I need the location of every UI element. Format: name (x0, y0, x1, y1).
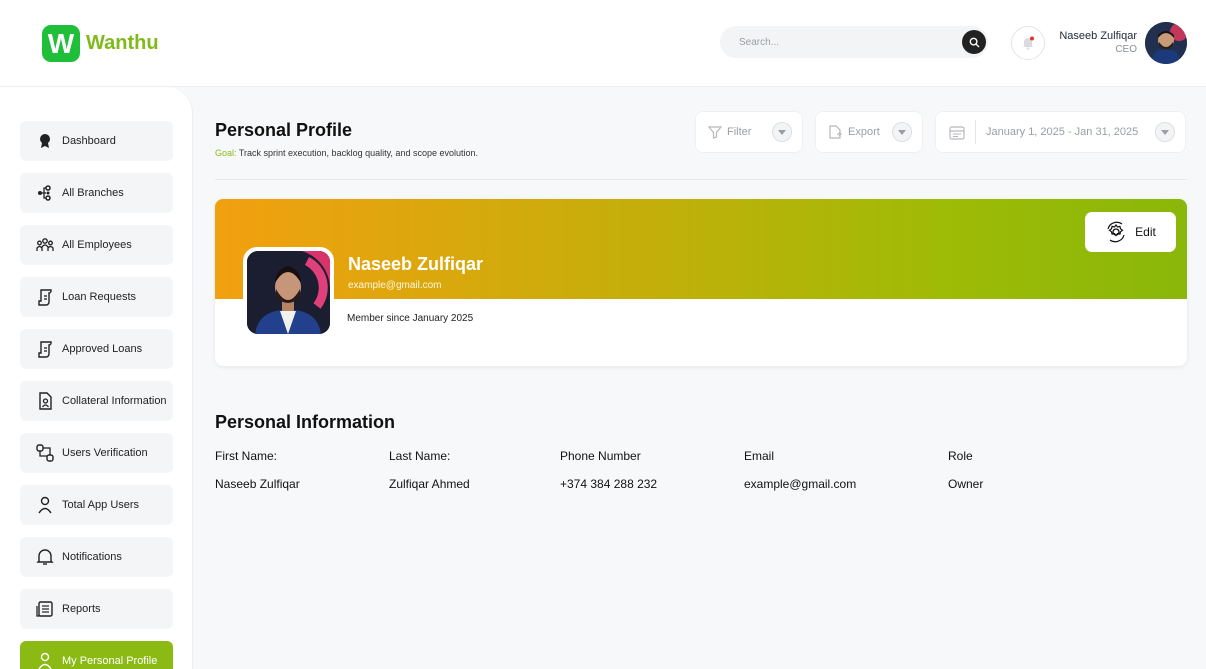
profile-icon (36, 652, 54, 669)
date-range-label: January 1, 2025 - Jan 31, 2025 (986, 126, 1139, 138)
last-name-value: Zulfiqar Ahmed (389, 477, 470, 491)
profile-photo-image (247, 251, 330, 334)
edit-settings-icon (1107, 221, 1125, 243)
search-icon (969, 37, 979, 47)
sidebar-item-label: Users Verification (62, 447, 148, 459)
date-range-picker[interactable]: January 1, 2025 - Jan 31, 2025 (935, 111, 1186, 153)
sidebar: Dashboard All Branches All Employees Loa… (0, 87, 193, 669)
profile-name: Naseeb Zulfiqar (348, 254, 484, 274)
filter-button[interactable]: Filter (695, 111, 803, 153)
sidebar-item-label: All Employees (62, 239, 132, 251)
goal-text: Track sprint execution, backlog quality,… (238, 148, 478, 158)
sidebar-item-users-verification[interactable]: Users Verification (20, 433, 173, 473)
sidebar-item-dashboard[interactable]: Dashboard (20, 121, 173, 161)
user-info[interactable]: Naseeb Zulfiqar CEO (1059, 30, 1137, 55)
sidebar-item-total-app-users[interactable]: Total App Users (20, 485, 173, 525)
sidebar-item-approved-loans[interactable]: Approved Loans (20, 329, 173, 369)
sidebar-item-label: Loan Requests (62, 291, 136, 303)
sidebar-item-all-employees[interactable]: All Employees (20, 225, 173, 265)
brand-logo[interactable]: W Wanthu (42, 25, 159, 62)
avatar-photo (1145, 22, 1187, 64)
filter-label: Filter (727, 126, 752, 138)
sidebar-item-loan-requests[interactable]: Loan Requests (20, 277, 173, 317)
logo-mark-icon: W (42, 25, 80, 62)
profile-photo[interactable] (243, 247, 334, 338)
phone-label: Phone Number (560, 449, 641, 463)
last-name-label: Last Name: (389, 449, 451, 463)
collateral-icon (36, 392, 54, 410)
sidebar-item-label: All Branches (62, 187, 124, 199)
sidebar-item-notifications[interactable]: Notifications (20, 537, 173, 577)
export-button[interactable]: Export (815, 111, 923, 153)
page-goal: Goal: Track sprint execution, backlog qu… (215, 148, 478, 158)
export-icon (829, 125, 842, 139)
profile-email: example@gmail.com (348, 280, 442, 291)
first-name-value: Naseeb Zulfiqar (215, 477, 300, 491)
divider (975, 120, 976, 144)
divider (215, 179, 1187, 180)
chevron-down-icon (772, 122, 792, 142)
export-label: Export (848, 126, 880, 138)
sidebar-item-label: Reports (62, 603, 101, 615)
employees-icon (36, 236, 54, 254)
sidebar-item-label: Approved Loans (62, 343, 143, 355)
user-icon (36, 496, 54, 514)
filter-icon (708, 126, 722, 139)
sidebar-item-label: Collateral Information (62, 395, 167, 407)
search-button[interactable] (962, 30, 986, 54)
users-verification-icon (36, 444, 54, 462)
member-since: Member since January 2025 (347, 313, 474, 324)
branches-icon (36, 184, 54, 202)
avatar[interactable] (1145, 22, 1187, 64)
first-name-label: First Name: (215, 449, 278, 463)
email-value: example@gmail.com (744, 477, 857, 491)
sidebar-item-reports[interactable]: Reports (20, 589, 173, 629)
page-title: Personal Profile (215, 120, 353, 140)
approved-loans-icon (36, 340, 54, 358)
phone-value: +374 384 288 232 (560, 477, 658, 491)
user-name: Naseeb Zulfiqar (1059, 30, 1137, 42)
reports-icon (36, 600, 54, 618)
chevron-down-icon (892, 122, 912, 142)
role-value: Owner (948, 477, 984, 491)
email-label: Email (744, 449, 775, 463)
sidebar-item-label: Total App Users (62, 499, 140, 511)
search-bar (720, 26, 988, 58)
sidebar-item-all-branches[interactable]: All Branches (20, 173, 173, 213)
chevron-down-icon (1155, 122, 1175, 142)
bell-icon (1023, 36, 1034, 50)
bell-icon (36, 548, 54, 566)
top-header: W Wanthu Naseeb Zulfiqar CEO (0, 0, 1206, 87)
calendar-icon (949, 125, 965, 140)
section-title: Personal Information (215, 412, 396, 432)
brand-name: Wanthu (86, 32, 159, 54)
edit-label: Edit (1135, 225, 1156, 239)
role-label: Role (948, 449, 973, 463)
sidebar-item-label: My Personal Profile (62, 655, 158, 667)
dashboard-icon (36, 132, 54, 150)
search-input[interactable] (739, 36, 939, 48)
sidebar-item-my-personal-profile[interactable]: My Personal Profile (20, 641, 173, 669)
user-role: CEO (1115, 44, 1137, 55)
sidebar-item-label: Dashboard (62, 135, 116, 147)
notifications-button[interactable] (1011, 26, 1045, 60)
profile-card: Edit Naseeb Zulfiqar example@gmail.com M… (215, 199, 1187, 366)
edit-button[interactable]: Edit (1085, 212, 1176, 252)
sidebar-item-collateral-information[interactable]: Collateral Information (20, 381, 173, 421)
sidebar-item-label: Notifications (62, 551, 122, 563)
goal-label: Goal: (215, 148, 237, 158)
loan-requests-icon (36, 288, 54, 306)
